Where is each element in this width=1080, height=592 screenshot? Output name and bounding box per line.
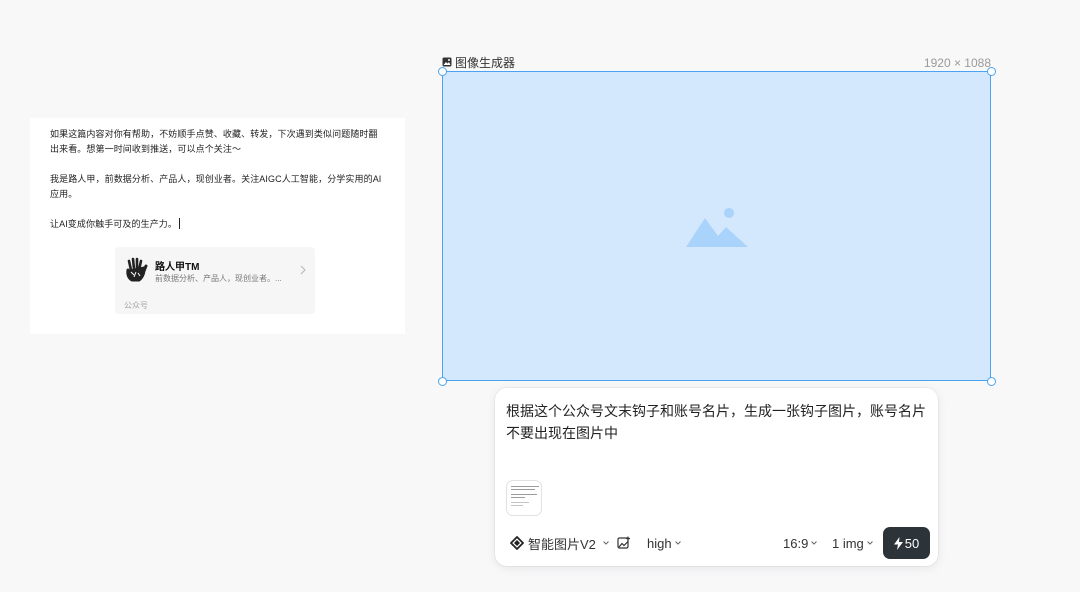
image-count-selector[interactable]: 1 img	[832, 534, 873, 552]
account-description: 前数据分析、产品人，现创业者。...	[155, 274, 282, 283]
resize-handle-top-right[interactable]	[986, 66, 996, 76]
chevron-right-icon	[300, 265, 306, 275]
generate-cost: 50	[904, 535, 920, 551]
article-paragraph-1: 如果这篇内容对你有帮助，不妨顺手点赞、收藏、转发，下次遇到类似问题随时翻出来看。…	[50, 129, 378, 154]
article-paragraph-3-text: 让AI变成你触手可及的生产力。	[50, 219, 178, 229]
aspect-ratio-selector[interactable]: 16:9	[783, 534, 818, 552]
aspect-ratio-value: 16:9	[783, 535, 809, 551]
prompt-panel: 根据这个公众号文末钩子和账号名片，生成一张钩子图片，账号名片不要出现在图片中 智…	[495, 388, 938, 566]
resize-handle-bottom-right[interactable]	[986, 376, 996, 386]
resize-handle-bottom-left[interactable]	[437, 376, 447, 386]
add-image-button[interactable]	[617, 534, 631, 552]
image-count-value: 1 img	[832, 535, 864, 551]
chevron-down-icon	[603, 541, 609, 545]
model-selector[interactable]: 智能图片V2	[510, 534, 609, 552]
quality-selector[interactable]: high	[647, 534, 681, 552]
lightning-icon	[893, 536, 903, 550]
account-type-label: 公众号	[124, 301, 148, 310]
article-paragraph-2: 我是路人甲，前数据分析、产品人，现创业者。关注AIGC人工智能，分学实用的AI应…	[50, 174, 382, 199]
chevron-down-icon	[866, 541, 873, 545]
account-name: 路人甲TM	[155, 262, 200, 273]
image-plus-icon	[617, 536, 630, 549]
image-generator-frame[interactable]	[442, 71, 991, 381]
article-paragraph-3: 让AI变成你触手可及的生产力。	[50, 217, 385, 232]
prompt-input[interactable]: 根据这个公众号文末钩子和账号名片，生成一张钩子图片，账号名片不要出现在图片中	[506, 400, 931, 444]
account-card[interactable]: 路人甲TM 前数据分析、产品人，现创业者。... 公众号	[115, 247, 315, 314]
hand-logo-icon	[126, 257, 148, 282]
generate-button[interactable]: 50	[883, 527, 930, 559]
model-name: 智能图片V2	[528, 536, 596, 552]
reference-image-thumbnail[interactable]	[506, 480, 542, 516]
resize-handle-top-left[interactable]	[437, 66, 447, 76]
image-placeholder-icon	[686, 208, 748, 247]
image-icon	[442, 57, 452, 67]
frame-title: 图像生成器	[455, 55, 516, 70]
text-caret	[179, 218, 181, 229]
article-preview-card: 如果这篇内容对你有帮助，不妨顺手点赞、收藏、转发，下次遇到类似问题随时翻出来看。…	[30, 118, 405, 334]
frame-label[interactable]: 图像生成器	[442, 55, 516, 70]
quality-value: high	[647, 535, 672, 551]
chevron-down-icon	[674, 541, 681, 545]
model-icon	[510, 536, 524, 550]
frame-dimensions: 1920 × 1088	[923, 56, 991, 70]
chevron-down-icon	[811, 541, 818, 545]
